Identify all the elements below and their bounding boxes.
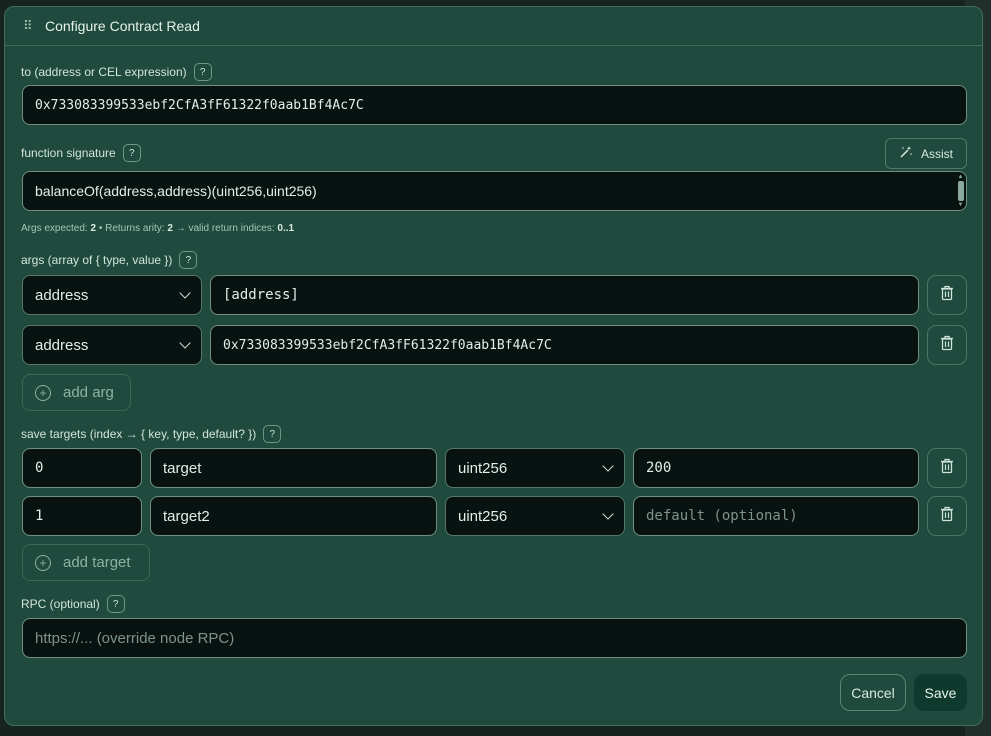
rpc-input[interactable]: https://... (override node RPC) (22, 618, 967, 658)
rpc-placeholder: https://... (override node RPC) (35, 629, 235, 647)
target-index-input[interactable]: 0 (22, 448, 142, 488)
target-type-select[interactable]: uint256 (445, 496, 625, 536)
trash-icon (940, 335, 954, 356)
add-arg-button[interactable]: + add arg (22, 374, 131, 411)
arg-type-value: address (35, 336, 89, 354)
target-default-placeholder: default (optional) (646, 508, 798, 524)
save-targets-help-icon[interactable]: ? (263, 425, 282, 443)
to-help-icon[interactable]: ? (193, 63, 212, 81)
target-key-value: target2 (163, 507, 210, 525)
rpc-label-row: RPC (optional) ? (21, 595, 125, 613)
rpc-label: RPC (optional) (21, 597, 100, 611)
chevron-down-icon (602, 459, 614, 472)
drag-handle-icon[interactable]: ⠿ (23, 18, 37, 34)
target-index-value: 1 (35, 508, 44, 524)
target-default-value: 200 (646, 460, 672, 476)
arg-value-input[interactable]: 0x733083399533ebf2CfA3fF61322f0aab1Bf4Ac… (210, 325, 919, 365)
save-targets-label-row: save targets (index → { key, type, defau… (21, 425, 282, 443)
chevron-down-icon (179, 286, 191, 299)
cancel-button[interactable]: Cancel (840, 674, 906, 711)
magic-wand-icon (899, 145, 913, 162)
assist-button[interactable]: Assist (885, 138, 967, 169)
plus-circle-icon: + (35, 554, 51, 571)
save-button[interactable]: Save (914, 674, 967, 711)
chevron-down-icon (602, 507, 614, 520)
delete-target-button[interactable] (927, 448, 967, 488)
function-signature-textarea[interactable]: balanceOf(address,address)(uint256,uint2… (22, 171, 967, 211)
args-help-icon[interactable]: ? (179, 251, 198, 269)
arg-value: 0x733083399533ebf2CfA3fF61322f0aab1Bf4Ac… (223, 337, 552, 353)
target-index-input[interactable]: 1 (22, 496, 142, 536)
target-index-value: 0 (35, 460, 44, 476)
function-signature-help-icon[interactable]: ? (122, 144, 141, 162)
arg-value-input[interactable]: [address] (210, 275, 919, 315)
arg-type-select[interactable]: address (22, 275, 202, 315)
signature-hint: Args expected: 2 • Returns arity: 2 → va… (21, 223, 294, 234)
plus-circle-icon: + (35, 384, 51, 401)
target-type-select[interactable]: uint256 (445, 448, 625, 488)
hint-args-expected-label: Args expected: (21, 223, 91, 234)
add-target-button[interactable]: + add target (22, 544, 150, 581)
function-signature-label-row: function signature ? (21, 144, 141, 162)
delete-arg-button[interactable] (927, 325, 967, 365)
add-target-label: add target (63, 554, 131, 571)
target-default-input[interactable]: 200 (633, 448, 919, 488)
target-key-input[interactable]: target2 (150, 496, 437, 536)
args-label: args (array of { type, value }) (21, 253, 173, 267)
target-key-input[interactable]: target (150, 448, 437, 488)
scroll-thumb[interactable] (957, 181, 964, 201)
trash-icon (940, 285, 954, 306)
args-label-row: args (array of { type, value }) ? (21, 251, 198, 269)
to-label: to (address or CEL expression) (21, 65, 187, 79)
assist-label: Assist (920, 146, 953, 161)
to-input[interactable]: 0x733083399533ebf2CfA3fF61322f0aab1Bf4Ac… (22, 85, 967, 125)
function-signature-value: balanceOf(address,address)(uint256,uint2… (35, 183, 317, 199)
target-default-input[interactable]: default (optional) (633, 496, 919, 536)
dialog-title: Configure Contract Read (45, 18, 200, 34)
arg-type-select[interactable]: address (22, 325, 202, 365)
add-arg-label: add arg (63, 384, 114, 401)
target-type-value: uint256 (458, 459, 508, 477)
to-value: 0x733083399533ebf2CfA3fF61322f0aab1Bf4Ac… (35, 97, 364, 113)
configure-contract-read-dialog: ⠿ Configure Contract Read to (address or… (4, 6, 983, 726)
target-key-value: target (163, 459, 202, 477)
hint-valid-indices-value: 0..1 (277, 223, 295, 234)
target-type-value: uint256 (458, 507, 508, 525)
delete-target-button[interactable] (927, 496, 967, 536)
chevron-down-icon (179, 336, 191, 349)
rpc-help-icon[interactable]: ? (106, 595, 125, 613)
hint-valid-indices-label: → valid return indices: (172, 223, 278, 234)
arg-value: [address] (223, 287, 299, 303)
scroll-up-arrow-icon[interactable]: ▲ (958, 174, 964, 180)
trash-icon (940, 458, 954, 479)
hint-returns-arity-label: • Returns arity: (96, 223, 168, 234)
dialog-header: ⠿ Configure Contract Read (5, 7, 982, 46)
arg-type-value: address (35, 286, 89, 304)
textarea-scrollbar[interactable]: ▲ ▼ (956, 174, 965, 208)
scroll-down-arrow-icon[interactable]: ▼ (958, 202, 964, 208)
delete-arg-button[interactable] (927, 275, 967, 315)
trash-icon (940, 506, 954, 527)
function-signature-label: function signature (21, 146, 116, 160)
to-label-row: to (address or CEL expression) ? (21, 63, 212, 81)
save-targets-label: save targets (index → { key, type, defau… (21, 427, 257, 441)
